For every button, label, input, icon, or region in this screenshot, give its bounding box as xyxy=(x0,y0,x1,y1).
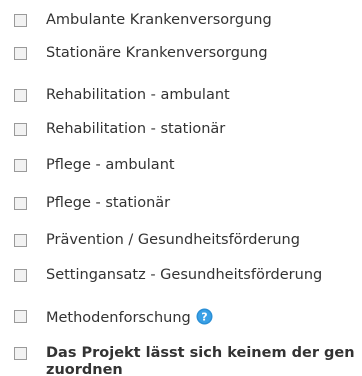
option-label: Ambulante Krankenversorgung xyxy=(46,12,272,28)
option-label: Prävention / Gesundheitsförderung xyxy=(46,232,300,248)
option-label: Pflege - ambulant xyxy=(46,157,175,173)
checkbox[interactable] xyxy=(14,234,27,247)
option-label: Rehabilitation - ambulant xyxy=(46,87,230,103)
option-pflege-stationaer[interactable]: Pflege - stationär xyxy=(14,195,170,212)
checkbox[interactable] xyxy=(14,310,27,323)
checkbox[interactable] xyxy=(14,89,27,102)
svg-text:?: ? xyxy=(201,311,207,324)
option-label: Pflege - stationär xyxy=(46,195,171,211)
option-label: Rehabilitation - stationär xyxy=(46,121,226,137)
checkbox[interactable] xyxy=(14,159,27,172)
option-ambulante-krankenversorgung[interactable]: Ambulante Krankenversorgung xyxy=(14,12,272,29)
checkbox[interactable] xyxy=(14,197,27,210)
option-rehabilitation-ambulant[interactable]: Rehabilitation - ambulant xyxy=(14,87,230,104)
checkbox[interactable] xyxy=(14,347,27,360)
option-label: Stationäre Krankenversorgung xyxy=(46,45,268,61)
option-label: Methodenforschung xyxy=(46,310,191,326)
checkbox[interactable] xyxy=(14,47,27,60)
checkbox[interactable] xyxy=(14,123,27,136)
option-praevention[interactable]: Prävention / Gesundheitsförderung xyxy=(14,232,300,249)
option-keinem-zuordnen[interactable]: Das Projekt lässt sich keinem der gen zu… xyxy=(14,345,362,376)
option-methodenforschung[interactable]: Methodenforschung? xyxy=(14,308,213,327)
option-label: Das Projekt lässt sich keinem der gen zu… xyxy=(46,345,355,376)
option-settingansatz[interactable]: Settingansatz - Gesundheitsförderung xyxy=(14,267,322,284)
option-label-wrap: Methodenforschung? xyxy=(46,308,213,327)
option-stationaere-krankenversorgung[interactable]: Stationäre Krankenversorgung xyxy=(14,45,268,62)
checkbox[interactable] xyxy=(14,14,27,27)
option-pflege-ambulant[interactable]: Pflege - ambulant xyxy=(14,157,175,174)
option-rehabilitation-stationaer[interactable]: Rehabilitation - stationär xyxy=(14,121,225,138)
info-icon[interactable]: ? xyxy=(196,308,213,325)
checkbox[interactable] xyxy=(14,269,27,282)
option-label: Settingansatz - Gesundheitsförderung xyxy=(46,267,323,283)
